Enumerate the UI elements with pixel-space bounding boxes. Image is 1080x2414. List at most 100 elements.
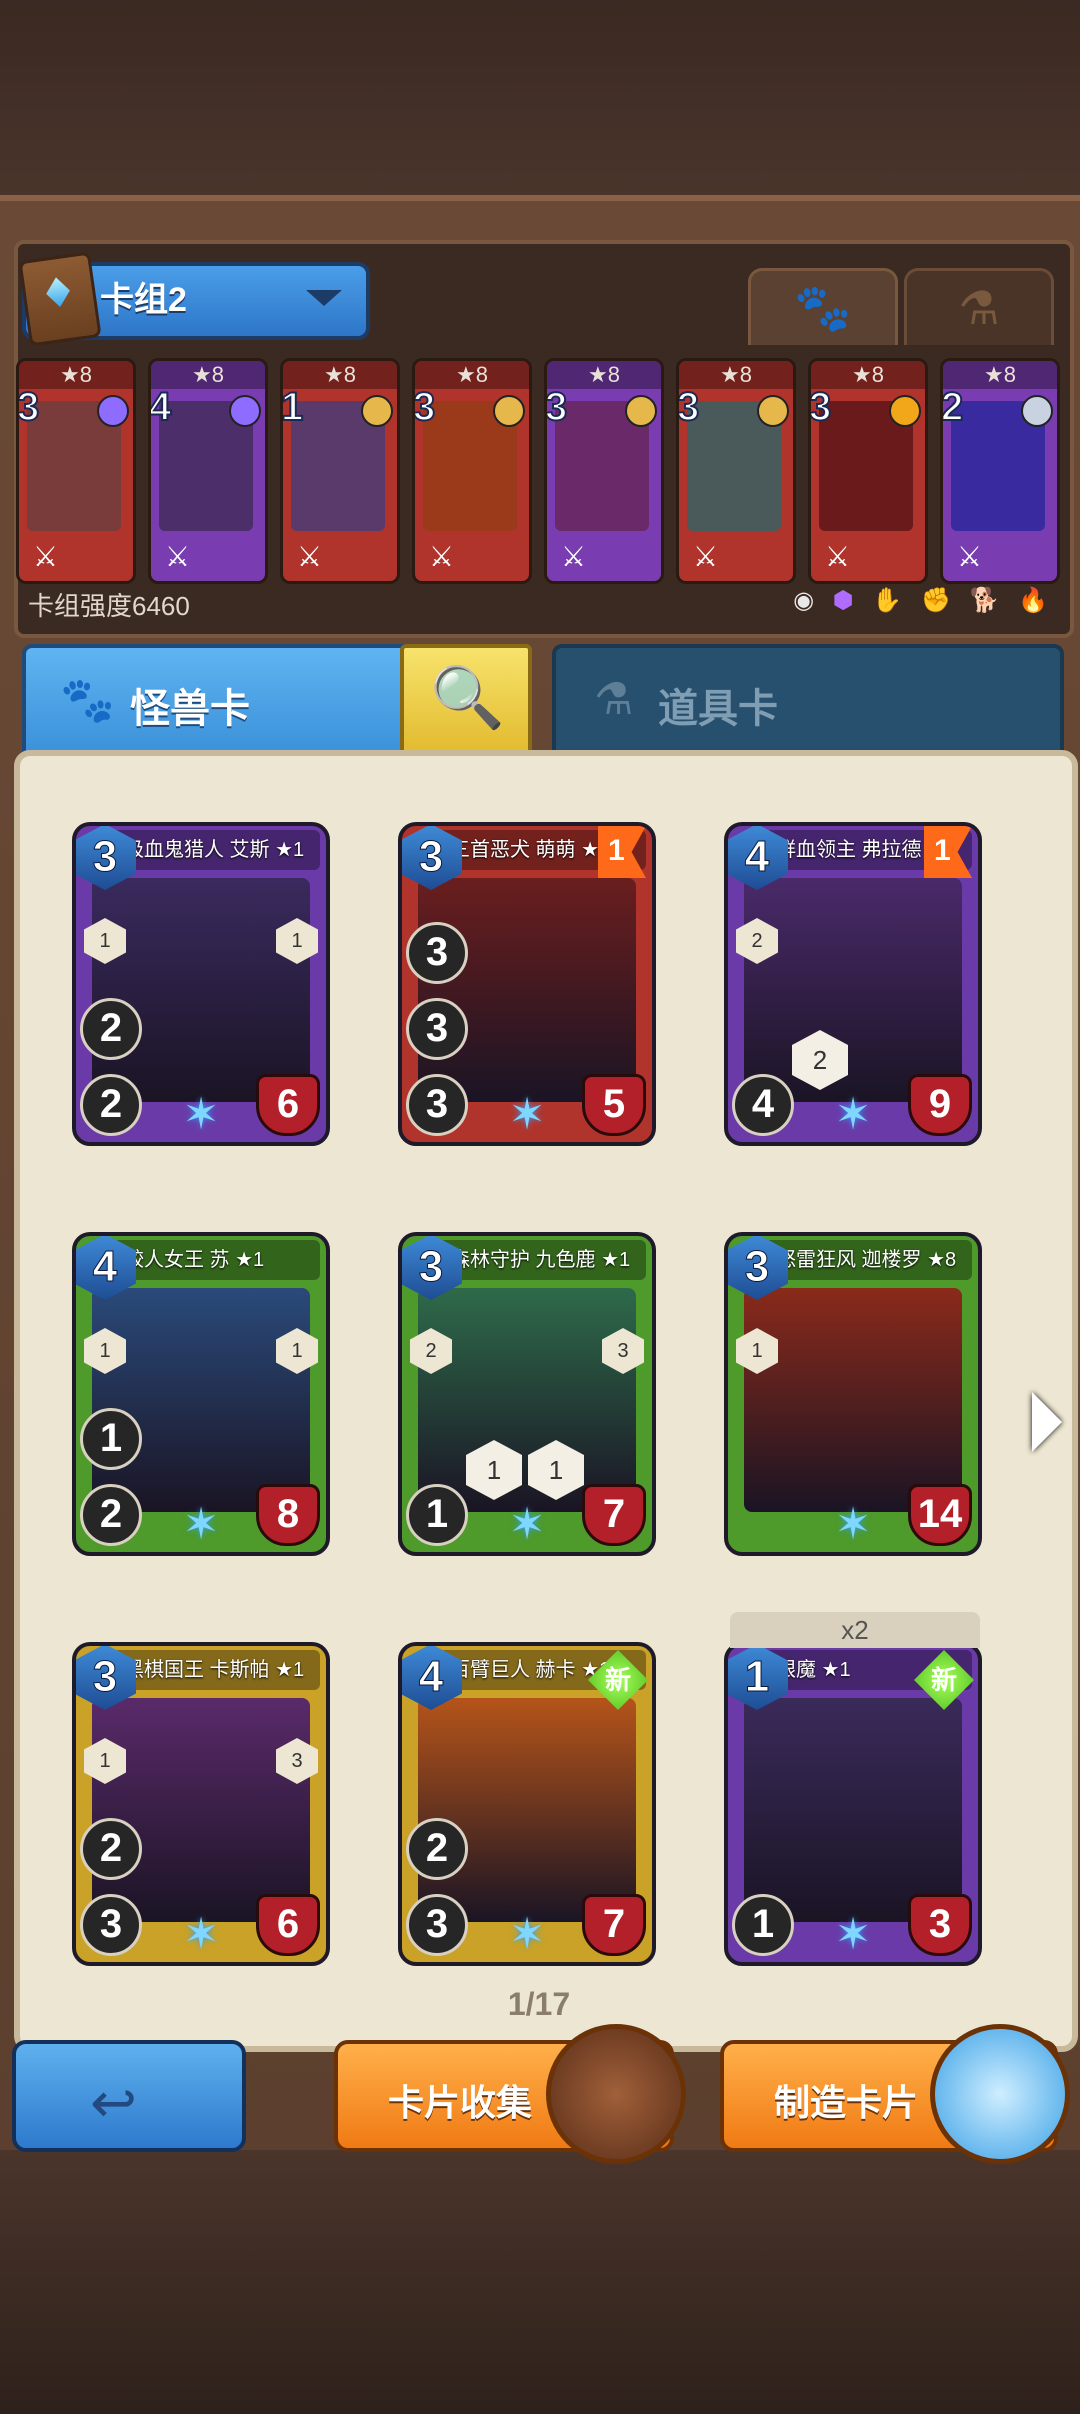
- monster-card[interactable]: 百臂巨人 赫卡 ★1 4 7 ✶ 2 3 新: [398, 1642, 656, 1966]
- card-name: 森林守护 九色鹿 ★1: [438, 1240, 646, 1280]
- card-attack: 1: [732, 1894, 794, 1956]
- rarity-gem-icon: [229, 395, 261, 427]
- next-page-arrow-icon[interactable]: [1032, 1392, 1062, 1452]
- deck-card-cost: 3: [545, 384, 568, 430]
- card-art: [418, 1288, 636, 1512]
- back-arrow-icon: ↩: [90, 2071, 137, 2134]
- card-book-icon[interactable]: [546, 2024, 686, 2164]
- tab-item-cards[interactable]: ⚗ 道具卡: [552, 644, 1064, 758]
- rarity-gem-icon: [757, 395, 789, 427]
- deck-power: 卡组强度6460: [28, 591, 190, 621]
- duplicate-count: x2: [730, 1612, 980, 1648]
- card-health: 5: [582, 1074, 646, 1136]
- sword-icon: ⚔: [33, 541, 59, 572]
- deck-card-cost: 4: [149, 384, 172, 430]
- card-health: 3: [908, 1894, 972, 1956]
- deck-card[interactable]: ★8 3 ⚔: [412, 358, 532, 584]
- card-attack: 1: [406, 1484, 468, 1546]
- rarity-gem-icon: [1021, 395, 1053, 427]
- card-art: [744, 878, 962, 1102]
- star-icon: ✶: [182, 1910, 220, 1959]
- sword-icon: ⚔: [429, 541, 455, 572]
- card-attack: 1: [80, 1408, 142, 1470]
- star-icon: ✶: [182, 1500, 220, 1549]
- deck-card-row: ★8 3 ⚔ ★8 4 ⚔ ★8 1 ⚔ ★8 3 ⚔ ★8 3 ⚔ ★8 3 ⚔ ★8 3 ⚔ ★8 2 ⚔: [16, 358, 1062, 584]
- potion-icon: ⚗: [594, 675, 634, 724]
- monster-card[interactable]: 黑棋国王 卡斯帕 ★1 3 6 ✶ 1 3 2 3: [72, 1642, 330, 1966]
- card-health: 6: [256, 1074, 320, 1136]
- deck-card[interactable]: ★8 3 ⚔: [808, 358, 928, 584]
- fist-icon[interactable]: ✊: [921, 587, 957, 614]
- card-attack-secondary: 3: [406, 1074, 468, 1136]
- card-attack-secondary: 2: [80, 1074, 142, 1136]
- deck-card-cost: 3: [809, 384, 832, 430]
- card-collection-label: 卡片收集: [388, 2082, 533, 2123]
- deck-card[interactable]: ★8 1 ⚔: [280, 358, 400, 584]
- card-art: [92, 1288, 310, 1512]
- card-health: 14: [908, 1484, 972, 1546]
- star-icon: ✶: [182, 1090, 220, 1139]
- card-attack: 2: [80, 1818, 142, 1880]
- search-button[interactable]: 🔍: [400, 644, 532, 760]
- sword-icon: ⚔: [957, 541, 983, 572]
- hand-icon[interactable]: ✋: [872, 587, 908, 614]
- deck-name: 卡组2: [100, 281, 187, 319]
- shield-icon[interactable]: ⬢: [833, 587, 860, 614]
- deck-card[interactable]: ★8 3 ⚔: [16, 358, 136, 584]
- star-icon: ✶: [834, 1500, 872, 1549]
- bottom-background: [0, 2150, 1080, 2414]
- card-art: [92, 1698, 310, 1922]
- monster-card[interactable]: 眼魔 ★1 1 3 ✶ 1 新: [724, 1642, 982, 1966]
- card-attack: 3: [406, 998, 468, 1060]
- star-icon: ✶: [834, 1090, 872, 1139]
- card-name: 吸血鬼猎人 艾斯 ★1: [112, 830, 320, 870]
- potion-icon: ⚗: [958, 282, 1000, 334]
- star-icon: ✶: [834, 1910, 872, 1959]
- monster-card[interactable]: 森林守护 九色鹿 ★1 3 7 ✶ 2 3 1 1 1: [398, 1232, 656, 1556]
- star-icon: ✶: [508, 1090, 546, 1139]
- card-art: [418, 1698, 636, 1922]
- card-name: 黑棋国王 卡斯帕 ★1: [112, 1650, 320, 1690]
- sword-icon: ⚔: [561, 541, 587, 572]
- rarity-gem-icon: [493, 395, 525, 427]
- paw-icon: 🐾: [60, 676, 115, 725]
- tab-item-deck[interactable]: ⚗: [904, 268, 1054, 345]
- deck-card-cost: 2: [941, 384, 964, 430]
- deck-card-cost: 1: [281, 384, 304, 430]
- tab-item-label: 道具卡: [658, 687, 778, 731]
- deck-card[interactable]: ★8 3 ⚔: [544, 358, 664, 584]
- monster-card[interactable]: 鲛人女王 苏 ★1 4 8 ✶ 1 1 1 2: [72, 1232, 330, 1556]
- deck-card[interactable]: ★8 4 ⚔: [148, 358, 268, 584]
- deck-filter-icons: ◉ ⬢ ✋ ✊ 🐕 🔥: [793, 586, 1054, 615]
- circle-icon[interactable]: ◉: [793, 587, 820, 614]
- chevron-down-icon[interactable]: [306, 290, 342, 306]
- dog-icon[interactable]: 🐕: [970, 587, 1006, 614]
- tab-monster-deck[interactable]: 🐾: [748, 268, 898, 345]
- tab-monster-label: 怪兽卡: [130, 687, 250, 731]
- card-attack: 4: [732, 1074, 794, 1136]
- deck-card[interactable]: ★8 2 ⚔: [940, 358, 1060, 584]
- card-health: 7: [582, 1484, 646, 1546]
- card-name: 鲛人女王 苏 ★1: [112, 1240, 320, 1280]
- magnifier-icon: 🔍: [430, 664, 505, 731]
- monster-card[interactable]: 鲜血领主 弗拉德 ★8 4 9 ✶ 2 4 2 1: [724, 822, 982, 1146]
- monster-card[interactable]: 三首恶犬 萌萌 ★8 3 5 ✶ 3 3 3 1: [398, 822, 656, 1146]
- card-art: [418, 878, 636, 1102]
- craft-card-label: 制造卡片: [774, 2082, 919, 2123]
- sword-icon: ⚔: [825, 541, 851, 572]
- star-icon: ✶: [508, 1500, 546, 1549]
- monster-card[interactable]: 怒雷狂风 迦楼罗 ★8 3 14 ✶ 1: [724, 1232, 982, 1556]
- fire-icon[interactable]: 🔥: [1018, 587, 1054, 614]
- card-attack-secondary: 2: [80, 1484, 142, 1546]
- sword-icon: ⚔: [165, 541, 191, 572]
- card-name: 怒雷狂风 迦楼罗 ★8: [764, 1240, 972, 1280]
- tab-monster-cards[interactable]: 🐾 怪兽卡: [22, 644, 416, 758]
- sword-icon: ⚔: [693, 541, 719, 572]
- deck-card-cost: 3: [413, 384, 436, 430]
- card-health: 8: [256, 1484, 320, 1546]
- potion-jar-icon[interactable]: [930, 2024, 1070, 2164]
- top-background: [0, 0, 1080, 200]
- back-button[interactable]: ↩: [12, 2040, 246, 2152]
- monster-card[interactable]: 吸血鬼猎人 艾斯 ★1 3 6 ✶ 1 1 2 2: [72, 822, 330, 1146]
- deck-card[interactable]: ★8 3 ⚔: [676, 358, 796, 584]
